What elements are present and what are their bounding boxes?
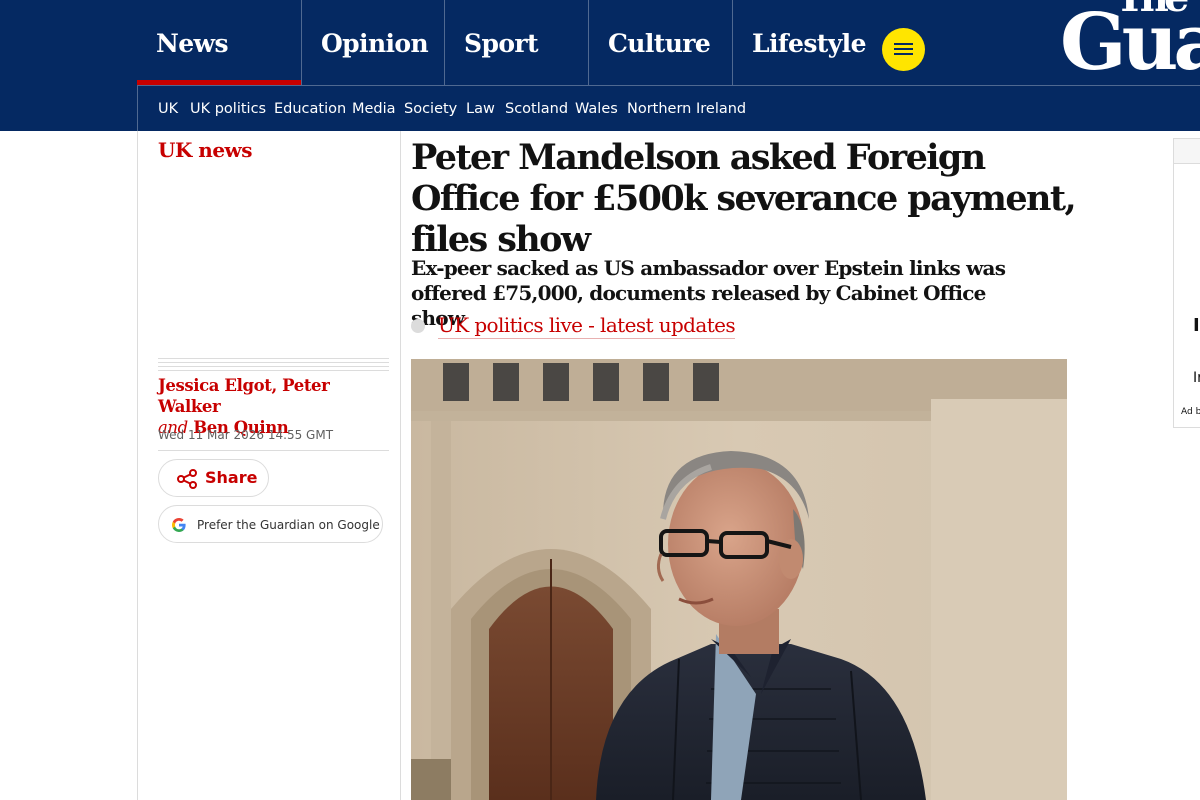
author-separator: , [271, 376, 277, 395]
subnav-education[interactable]: Education [274, 101, 346, 117]
advert-text: I [1193, 315, 1200, 336]
menu-button[interactable] [882, 28, 925, 71]
article-main-image [411, 359, 1067, 800]
subnav-law[interactable]: Law [466, 101, 495, 117]
meta-rule [158, 362, 389, 363]
subnav-scotland[interactable]: Scotland [505, 101, 568, 117]
pillar-lifestyle-label: Lifestyle [752, 29, 866, 58]
share-icon [177, 469, 197, 489]
sub-nav: UK UK politics Education Media Society L… [137, 85, 1200, 131]
hamburger-icon-bar [894, 48, 913, 50]
pillar-opinion-label: Opinion [321, 29, 429, 58]
google-g-icon [172, 518, 186, 532]
column-divider-meta [400, 131, 401, 800]
pillar-sport[interactable]: Sport [444, 0, 588, 85]
live-updates-label: UK politics live - latest updates [438, 313, 736, 339]
subnav-media[interactable]: Media [352, 101, 396, 117]
pillar-lifestyle[interactable]: Lifestyle [732, 0, 876, 85]
subnav-society[interactable]: Society [404, 101, 457, 117]
author-link[interactable]: Jessica Elgot [158, 376, 272, 395]
article-headline: Peter Mandelson asked Foreign Office for… [411, 137, 1077, 260]
advert-slot[interactable]: I Ir Ad b [1173, 138, 1200, 428]
advert-label: Ad b [1181, 407, 1200, 417]
pillar-news-label: News [156, 29, 229, 58]
share-button[interactable]: Share [158, 459, 269, 497]
prefer-google-button[interactable]: Prefer the Guardian on Google [158, 505, 383, 543]
meta-rule [158, 366, 389, 367]
meta-rule [158, 450, 389, 451]
pillar-culture-label: Culture [608, 29, 711, 58]
grey-dot-icon [411, 319, 425, 333]
advert-text: Ir [1193, 370, 1200, 386]
subnav-uk-politics[interactable]: UK politics [190, 101, 266, 117]
subnav-northern-ireland[interactable]: Northern Ireland [627, 101, 746, 117]
hamburger-icon [894, 43, 913, 45]
subnav-uk[interactable]: UK [158, 101, 178, 117]
pillar-news[interactable]: News [137, 0, 301, 85]
prefer-google-label: Prefer the Guardian on Google [197, 518, 380, 532]
column-divider-left [137, 131, 138, 800]
pillar-opinion[interactable]: Opinion [301, 0, 445, 85]
advert-header [1174, 139, 1200, 164]
publish-date: Wed 11 Mar 2026 14.55 GMT [158, 428, 334, 442]
meta-rule [158, 370, 389, 371]
hamburger-icon-bar [894, 53, 913, 55]
masthead: News Opinion Sport Culture Lifestyle The… [0, 0, 1200, 131]
share-label: Share [205, 468, 258, 487]
section-label[interactable]: UK news [158, 138, 253, 162]
logo-guardian: Guardian [1060, 0, 1200, 88]
pillar-culture[interactable]: Culture [588, 0, 732, 85]
pillar-nav: News Opinion Sport Culture Lifestyle [137, 0, 937, 85]
photo-illustration [411, 359, 1067, 800]
pillar-sport-label: Sport [464, 29, 539, 58]
meta-rule [158, 358, 389, 359]
subnav-wales[interactable]: Wales [575, 101, 618, 117]
